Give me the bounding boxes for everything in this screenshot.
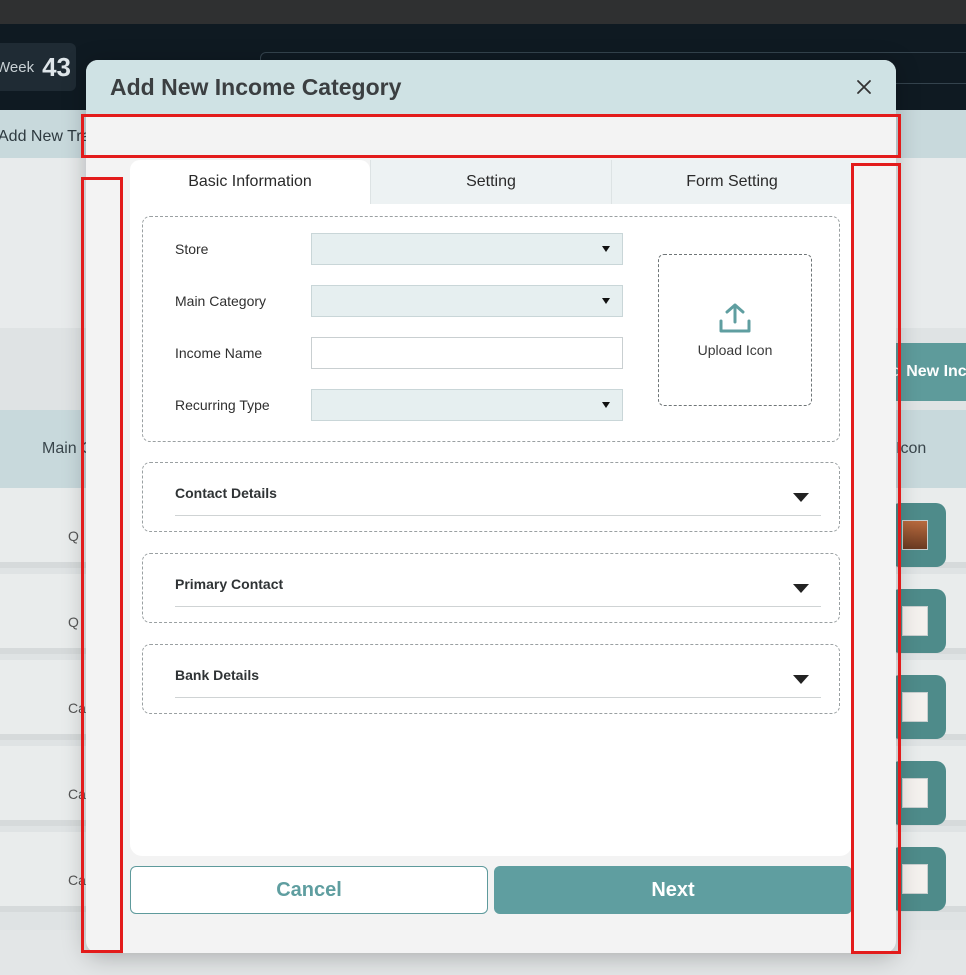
add-income-category-modal: Add New Income Category Basic Informatio… bbox=[86, 60, 896, 953]
tab-form-setting[interactable]: Form Setting bbox=[611, 160, 852, 204]
primary-contact-accordion[interactable]: Primary Contact bbox=[142, 553, 840, 623]
chevron-down-icon bbox=[602, 246, 610, 252]
recurring-type-row: Recurring Type bbox=[175, 389, 625, 421]
modal-title: Add New Income Category bbox=[110, 73, 402, 100]
bank-details-accordion[interactable]: Bank Details bbox=[142, 644, 840, 714]
recurring-type-label: Recurring Type bbox=[175, 397, 270, 413]
annotation-box-top bbox=[81, 114, 901, 158]
store-select[interactable] bbox=[311, 233, 623, 265]
store-row: Store bbox=[175, 233, 625, 265]
chevron-down-icon bbox=[602, 298, 610, 304]
bank-details-title: Bank Details bbox=[175, 667, 260, 683]
chevron-down-icon[interactable] bbox=[793, 584, 809, 593]
category-image bbox=[902, 520, 928, 550]
annotation-box-left bbox=[81, 177, 123, 953]
week-number: 43 bbox=[42, 51, 71, 82]
store-label: Store bbox=[175, 241, 209, 257]
modal-tabs: Basic Information Setting Form Setting bbox=[130, 160, 852, 204]
broken-image-icon bbox=[902, 692, 928, 722]
upload-icon bbox=[719, 303, 751, 333]
divider bbox=[175, 515, 821, 516]
main-category-select[interactable] bbox=[311, 285, 623, 317]
week-label: Week bbox=[0, 58, 35, 76]
broken-image-icon bbox=[902, 606, 928, 636]
main-category-label: Main Category bbox=[175, 293, 267, 309]
divider bbox=[175, 606, 821, 607]
basic-info-section: Store Main Category Income Name Recurrin… bbox=[142, 216, 840, 442]
week-indicator: Week 43 bbox=[0, 43, 76, 91]
recurring-type-select[interactable] bbox=[311, 389, 623, 421]
close-icon[interactable] bbox=[852, 75, 876, 99]
top-bar bbox=[0, 0, 966, 24]
chevron-down-icon[interactable] bbox=[793, 675, 809, 684]
basic-information-panel: Store Main Category Income Name Recurrin… bbox=[130, 204, 852, 856]
add-transaction-link[interactable]: Add New Tra bbox=[0, 128, 90, 146]
chevron-down-icon[interactable] bbox=[793, 493, 809, 502]
tab-basic-information[interactable]: Basic Information bbox=[130, 160, 370, 204]
income-name-row: Income Name bbox=[175, 337, 625, 369]
cancel-button[interactable]: Cancel bbox=[130, 866, 488, 914]
tab-setting[interactable]: Setting bbox=[370, 160, 611, 204]
upload-icon-label: Upload Icon bbox=[697, 342, 773, 358]
upload-icon-button[interactable]: Upload Icon bbox=[658, 254, 812, 406]
income-name-input[interactable] bbox=[311, 337, 623, 369]
income-name-label: Income Name bbox=[175, 345, 263, 361]
row-category-text: Q bbox=[68, 614, 79, 630]
broken-image-icon bbox=[902, 778, 928, 808]
row-category-text: Q bbox=[68, 528, 79, 544]
contact-details-accordion[interactable]: Contact Details bbox=[142, 462, 840, 532]
modal-header: Add New Income Category bbox=[86, 60, 896, 114]
next-button[interactable]: Next bbox=[494, 866, 852, 914]
broken-image-icon bbox=[902, 864, 928, 894]
divider bbox=[175, 697, 821, 698]
main-category-row: Main Category bbox=[175, 285, 625, 317]
chevron-down-icon bbox=[602, 402, 610, 408]
primary-contact-title: Primary Contact bbox=[175, 576, 284, 592]
annotation-box-right bbox=[851, 163, 901, 954]
contact-details-title: Contact Details bbox=[175, 485, 277, 501]
